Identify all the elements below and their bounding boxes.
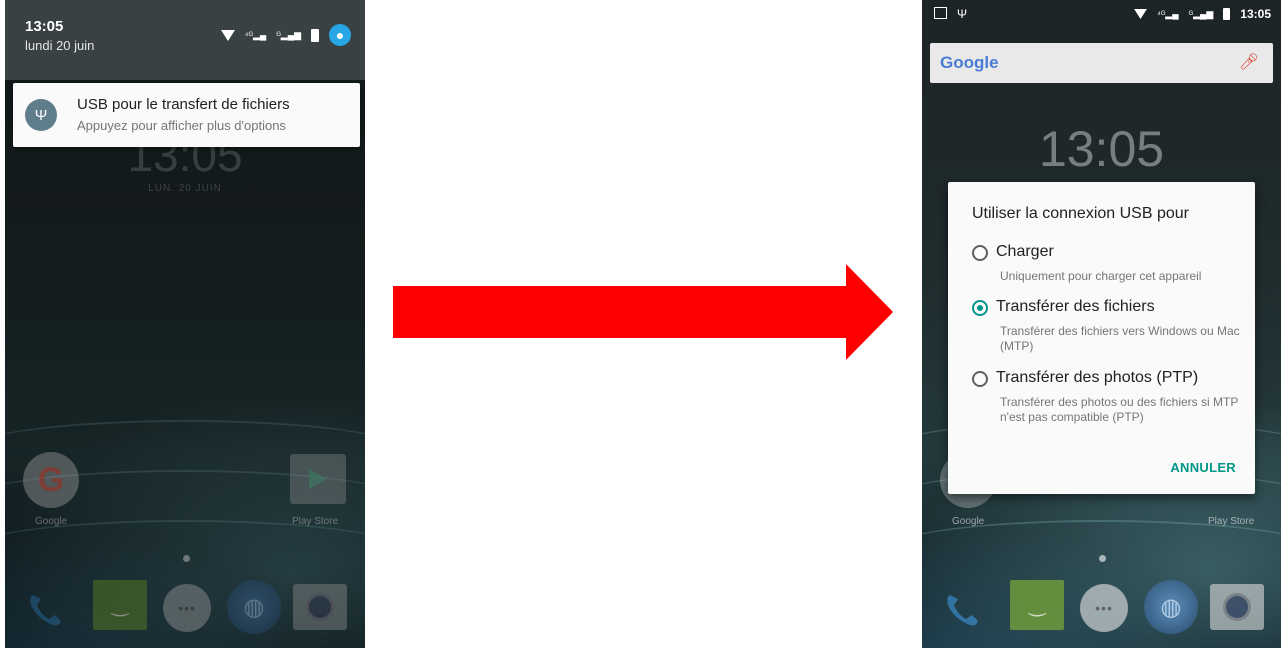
home-clock: 13:05 — [1038, 121, 1165, 177]
right-phone-screen: Ψ ⁴ᴳ▂▄ ᴳ▂▄▆ 13:05 Google 🎤︎ 13:05 G Goog… — [922, 0, 1281, 648]
battery-icon — [1223, 8, 1231, 20]
page-indicator — [1099, 555, 1106, 562]
signal-icon: ⁴ᴳ▂▄ — [244, 29, 267, 40]
usb-notification[interactable]: Ψ USB pour le transfert de fichiers Appu… — [13, 83, 360, 147]
notification-title: USB pour le transfert de fichiers — [77, 96, 290, 113]
camera-app[interactable] — [1210, 584, 1264, 630]
cancel-button[interactable]: ANNULER — [1170, 460, 1236, 475]
signal-icon: ᴳ▂▄▆ — [276, 29, 301, 40]
dialog-title: Utiliser la connexion USB pour — [972, 205, 1189, 222]
app-drawer-button[interactable]: ••• — [1080, 584, 1128, 632]
wifi-icon — [1134, 9, 1147, 19]
browser-app[interactable]: ◍ — [1144, 580, 1198, 634]
app-drawer-icon: ••• — [1095, 600, 1113, 616]
option-description: Transférer des fichiers vers Windows ou … — [1000, 324, 1240, 353]
mic-icon[interactable]: 🎤︎ — [1239, 52, 1259, 72]
wifi-icon — [220, 29, 235, 41]
notification-shade-header: 13:05 lundi 20 juin ⁴ᴳ▂▄ ᴳ▂▄▆ ● — [5, 0, 365, 80]
status-time: 13:05 — [1240, 7, 1271, 21]
status-date: lundi 20 juin — [25, 38, 95, 53]
image-icon — [934, 7, 947, 19]
radio-button[interactable] — [972, 371, 988, 387]
transition-arrow — [393, 264, 893, 360]
status-bar: Ψ ⁴ᴳ▂▄ ᴳ▂▄▆ 13:05 — [922, 0, 1281, 28]
option-description: Transférer des photos ou des fichiers si… — [1000, 395, 1239, 424]
radio-button[interactable] — [972, 245, 988, 261]
avatar-icon[interactable]: ● — [329, 24, 351, 46]
google-app-label: Google — [952, 516, 985, 527]
signal-icon: ᴳ▂▄▆ — [1188, 8, 1214, 19]
notification-shade-overlay — [5, 80, 365, 648]
usb-mode-dialog: Utiliser la connexion USB pour Charger U… — [948, 182, 1255, 494]
messages-icon: ‿ — [1028, 594, 1046, 617]
google-search-bar[interactable]: Google 🎤︎ — [930, 43, 1273, 83]
camera-icon — [1223, 593, 1251, 621]
option-label: Transférer des fichiers — [996, 298, 1155, 315]
status-time: 13:05 — [25, 18, 64, 35]
notification-subtitle: Appuyez pour afficher plus d'options — [77, 118, 286, 133]
phone-icon — [947, 595, 978, 626]
signal-icon: ⁴ᴳ▂▄ — [1156, 8, 1179, 19]
option-label: Transférer des photos (PTP) — [996, 369, 1199, 386]
option-description: Uniquement pour charger cet appareil — [1000, 269, 1202, 283]
left-phone-screen: 13:05 LUN. 20 JUIN G Google Play Store ‿… — [5, 0, 365, 648]
play-store-app-label: Play Store — [1208, 516, 1255, 527]
option-label: Charger — [996, 243, 1054, 260]
radio-button-selected[interactable] — [972, 300, 988, 316]
status-icons: ⁴ᴳ▂▄ ᴳ▂▄▆ ● — [220, 24, 351, 46]
google-logo: Google — [940, 53, 999, 72]
messages-app[interactable]: ‿ — [1010, 580, 1064, 630]
phone-app[interactable] — [936, 583, 988, 635]
browser-icon: ◍ — [1160, 593, 1182, 621]
wallpaper-wave — [922, 520, 1281, 582]
battery-icon — [311, 28, 319, 42]
usb-icon: Ψ — [957, 7, 968, 21]
usb-icon: Ψ — [25, 99, 57, 131]
